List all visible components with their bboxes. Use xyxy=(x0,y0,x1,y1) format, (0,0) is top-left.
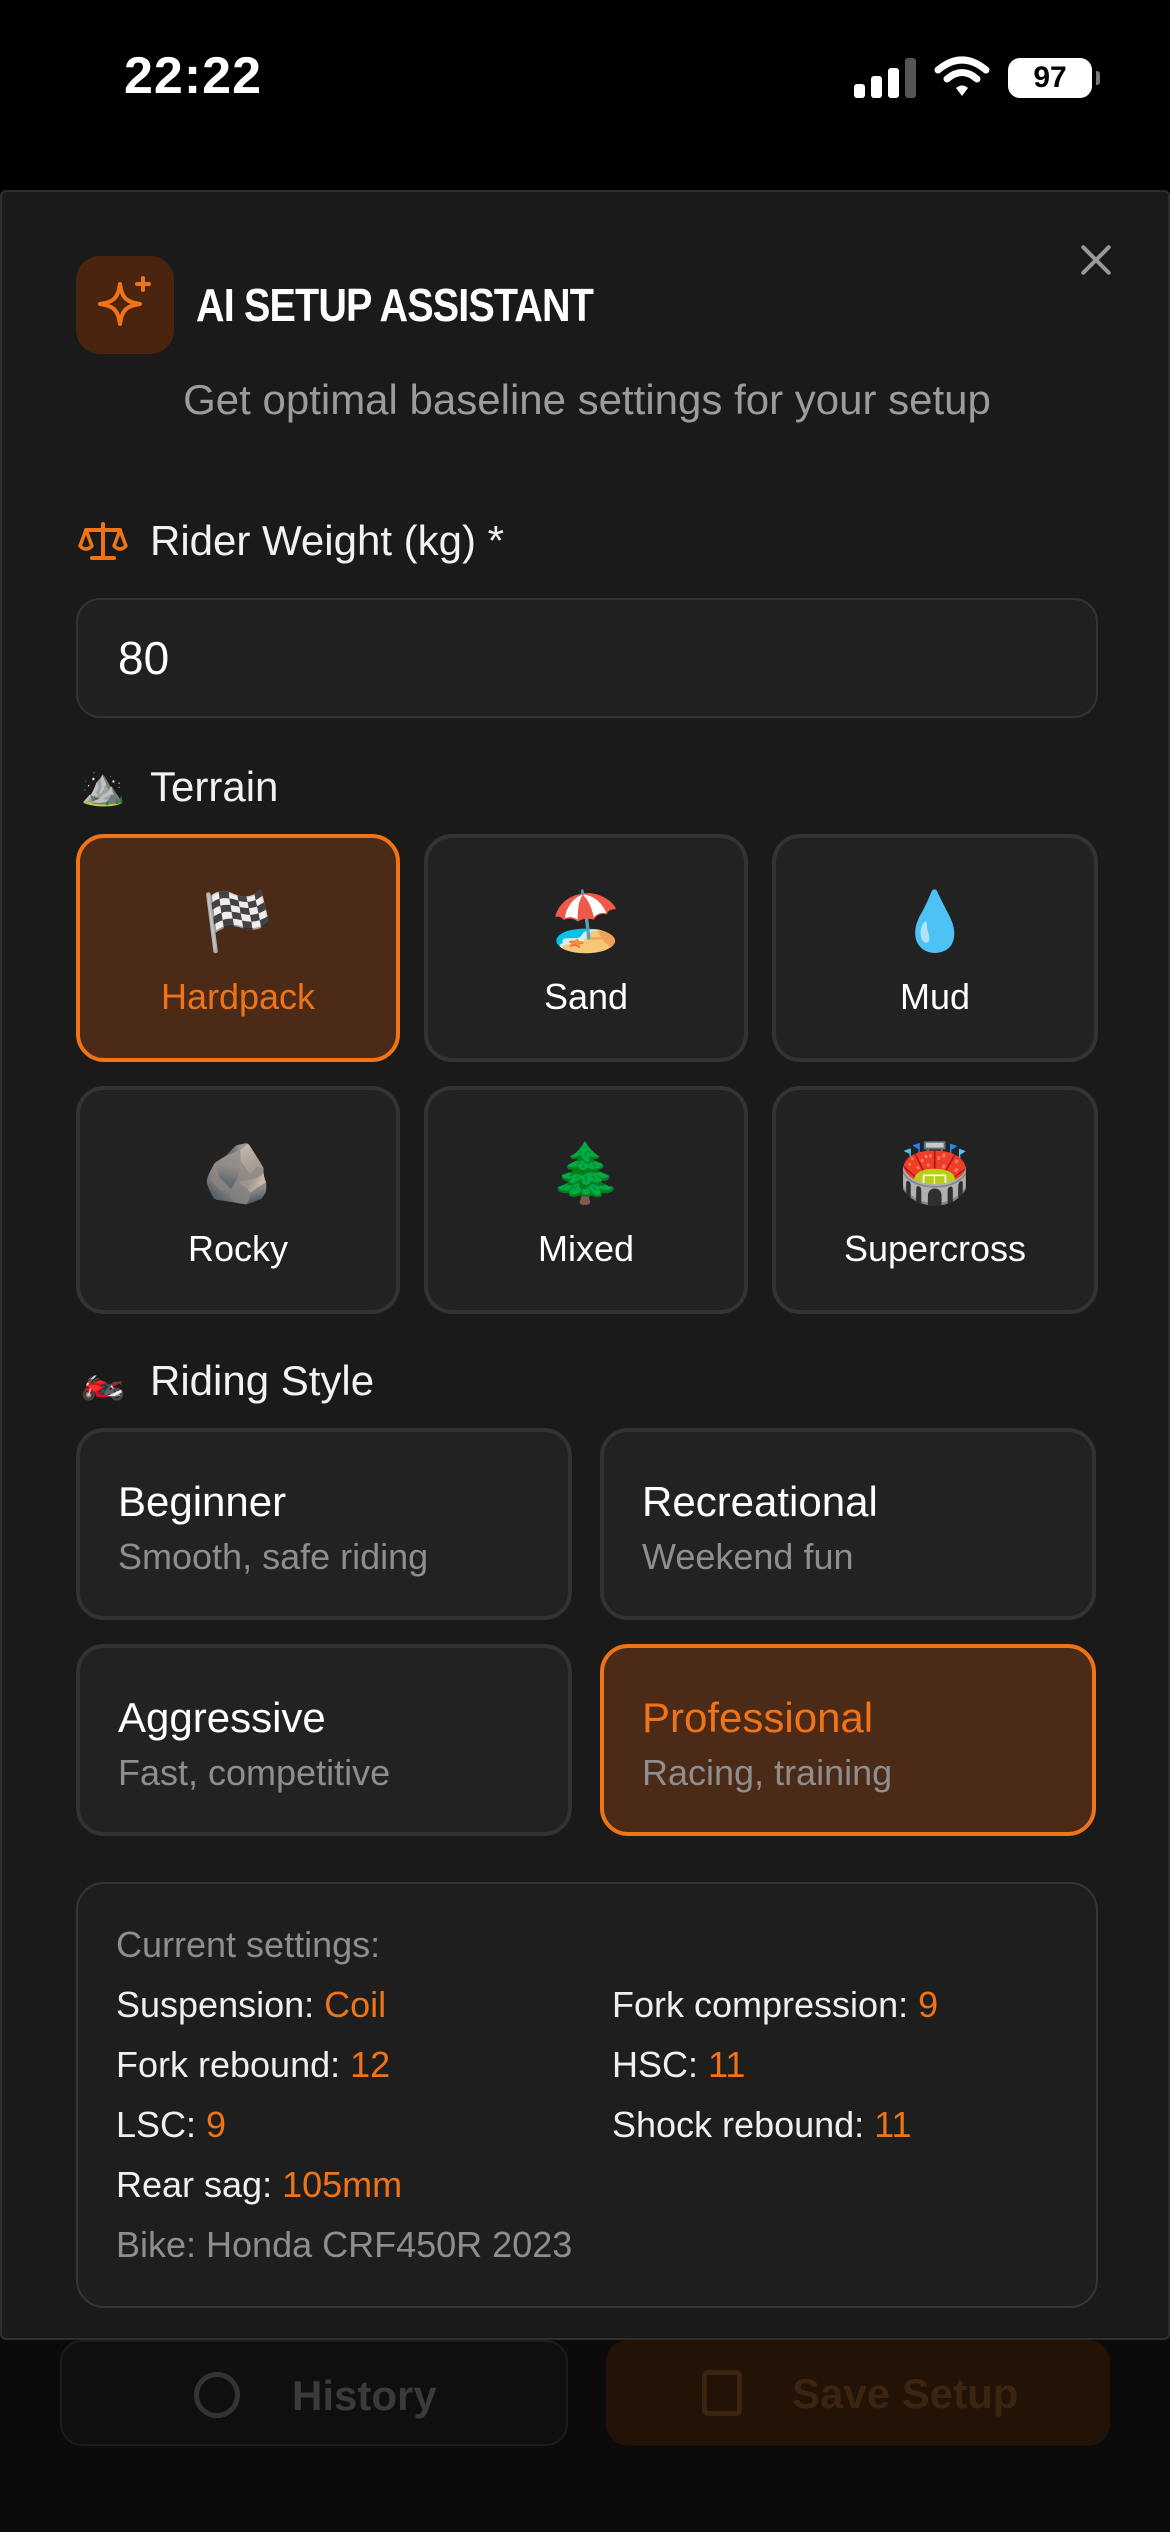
riding-style-recreational[interactable]: Recreational Weekend fun xyxy=(600,1428,1096,1620)
save-setup-button[interactable]: Save Setup xyxy=(606,2340,1110,2446)
riding-style-label: Riding Style xyxy=(150,1357,375,1404)
setting-hsc: HSC: 11 xyxy=(612,2044,745,2086)
history-button[interactable]: History xyxy=(60,2340,568,2446)
setting-label: LSC: xyxy=(116,2104,207,2145)
riding-style-name: Professional xyxy=(642,1694,874,1741)
setting-suspension: Suspension: Coil xyxy=(116,1984,386,2026)
setting-value: 105mm xyxy=(282,2164,403,2205)
terrain-option-sand[interactable]: 🏖️ Sand xyxy=(424,834,748,1062)
setting-label: Fork rebound: xyxy=(116,2044,351,2085)
riding-style-name: Recreational xyxy=(642,1478,878,1525)
riding-style-label-row: 🏍️ Riding Style xyxy=(78,1356,375,1406)
setting-value: 11 xyxy=(874,2104,912,2145)
droplet-icon: 💧 xyxy=(898,889,972,954)
setting-fork-rebound: Fork rebound: 12 xyxy=(116,2044,390,2086)
setting-value: 9 xyxy=(206,2104,227,2145)
battery-indicator: 97 xyxy=(1008,58,1100,98)
terrain-option-label: Rocky xyxy=(187,1228,289,1269)
current-settings-panel: Current settings: Suspension: Coil Fork … xyxy=(76,1882,1098,2308)
riding-style-name: Aggressive xyxy=(118,1694,326,1741)
setting-value: 9 xyxy=(918,1984,939,2025)
riding-style-aggressive[interactable]: Aggressive Fast, competitive xyxy=(76,1644,572,1836)
setting-value: 12 xyxy=(350,2044,391,2085)
setting-value: 11 xyxy=(708,2044,746,2085)
terrain-option-label: Mud xyxy=(899,976,971,1017)
beach-icon: 🏖️ xyxy=(549,889,623,954)
modal-title: AI SETUP ASSISTANT xyxy=(196,279,594,331)
riding-style-beginner[interactable]: Beginner Smooth, safe riding xyxy=(76,1428,572,1620)
terrain-option-label: Hardpack xyxy=(160,976,316,1017)
terrain-label: Terrain xyxy=(150,763,279,810)
checkered-flag-icon: 🏁 xyxy=(201,889,275,954)
sparkle-icon xyxy=(98,276,151,326)
terrain-option-label: Mixed xyxy=(537,1228,635,1269)
rider-weight-label: Rider Weight (kg) * xyxy=(150,517,505,564)
current-settings-heading: Current settings: xyxy=(116,1924,381,1965)
wifi-icon xyxy=(934,56,990,96)
close-icon[interactable] xyxy=(1076,240,1116,280)
sparkle-icon-badge xyxy=(76,256,174,354)
setting-shock-rebound: Shock rebound: 11 xyxy=(612,2104,912,2146)
riding-style-description: Weekend fun xyxy=(642,1536,854,1577)
rider-weight-label-row: Rider Weight (kg) * xyxy=(78,516,504,566)
terrain-option-rocky[interactable]: 🪨 Rocky xyxy=(76,1086,400,1314)
riding-style-description: Fast, competitive xyxy=(118,1752,391,1793)
riding-style-name: Beginner xyxy=(118,1478,287,1525)
setting-rear-sag: Rear sag: 105mm xyxy=(116,2164,402,2206)
terrain-option-label: Sand xyxy=(543,976,629,1017)
signal-icon xyxy=(854,58,916,98)
stadium-icon: 🏟️ xyxy=(898,1141,972,1206)
setting-label: Fork compression: xyxy=(612,1984,919,2025)
save-setup-button-label: Save Setup xyxy=(792,2370,1019,2417)
riding-style-description: Racing, training xyxy=(642,1752,893,1793)
terrain-option-mud[interactable]: 💧 Mud xyxy=(772,834,1098,1062)
history-button-label: History xyxy=(292,2372,437,2419)
terrain-option-supercross[interactable]: 🏟️ Supercross xyxy=(772,1086,1098,1314)
setting-label: Suspension: xyxy=(116,1984,325,2025)
terrain-option-hardpack[interactable]: 🏁 Hardpack xyxy=(76,834,400,1062)
status-bar: 22:22 97 xyxy=(0,0,1170,190)
motorcycle-icon: 🏍️ xyxy=(80,1360,126,1401)
riding-style-description: Smooth, safe riding xyxy=(118,1536,429,1577)
terrain-option-label: Supercross xyxy=(843,1228,1027,1269)
status-time: 22:22 xyxy=(124,47,262,105)
terrain-label-row: ⛰️ Terrain xyxy=(78,762,279,812)
setting-label: Shock rebound: xyxy=(612,2104,875,2145)
ai-setup-assistant-modal: AI SETUP ASSISTANT Get optimal baseline … xyxy=(0,190,1170,2340)
rock-icon: 🪨 xyxy=(201,1141,275,1206)
setting-value: Coil xyxy=(324,1984,387,2025)
tree-icon: 🌲 xyxy=(549,1141,623,1206)
setting-lsc: LSC: 9 xyxy=(116,2104,226,2146)
terrain-option-mixed[interactable]: 🌲 Mixed xyxy=(424,1086,748,1314)
riding-style-professional[interactable]: Professional Racing, training xyxy=(600,1644,1096,1836)
save-icon xyxy=(702,2370,742,2416)
setting-label: Rear sag: xyxy=(116,2164,283,2205)
setting-label: HSC: xyxy=(612,2044,709,2085)
history-icon xyxy=(194,2372,240,2418)
scale-icon xyxy=(78,522,128,560)
setting-fork-compression: Fork compression: 9 xyxy=(612,1984,938,2026)
setting-bike: Bike: Honda CRF450R 2023 xyxy=(116,2224,573,2265)
rider-weight-input[interactable] xyxy=(76,598,1098,718)
modal-subtitle: Get optimal baseline settings for your s… xyxy=(183,376,991,423)
mountain-icon: ⛰️ xyxy=(80,766,126,807)
